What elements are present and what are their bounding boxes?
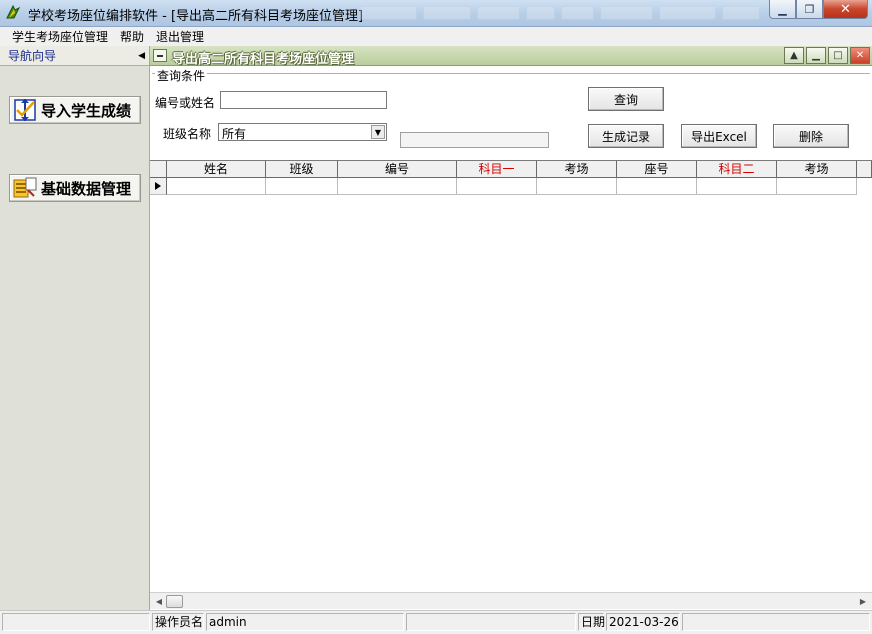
column-header[interactable]: 姓名 — [167, 161, 266, 178]
nav-header-label: 导航向导 — [8, 49, 57, 63]
grid-cell[interactable] — [167, 178, 266, 195]
table-row[interactable] — [150, 178, 857, 195]
scrollbar-thumb[interactable] — [166, 595, 183, 608]
progress-bar — [400, 132, 549, 148]
column-header[interactable]: 座号 — [617, 161, 697, 178]
restore-button[interactable]: ❐ — [796, 0, 823, 19]
menu-help[interactable]: 帮助 — [114, 28, 150, 45]
operator-label: 操作员名 — [152, 613, 204, 631]
search-label: 编号或姓名 — [155, 96, 216, 110]
grid-cell[interactable] — [777, 178, 857, 195]
child-title-bar: 导出高二所有科目考场座位管理 ▲ ▁ □ ✕ — [150, 46, 872, 67]
scroll-left-icon[interactable]: ◀ — [152, 595, 166, 608]
import-grades-icon — [14, 99, 36, 121]
menu-seat-management[interactable]: 学生考场座位管理 — [6, 28, 114, 45]
status-panel-spacer — [406, 613, 576, 631]
horizontal-scrollbar[interactable]: ◀ ▶ — [150, 592, 872, 609]
generate-records-button[interactable]: 生成记录 — [588, 124, 664, 148]
grid-header-row: 姓名 班级 编号 科目一 考场 座号 科目二 考场 — [150, 161, 872, 178]
child-scroll-up-button[interactable]: ▲ — [784, 47, 804, 64]
nav-header: 导航向导 ◀ — [0, 46, 149, 66]
column-header[interactable]: 考场 — [537, 161, 617, 178]
status-panel-blank — [2, 613, 150, 631]
child-minimize-button[interactable]: ▁ — [806, 47, 826, 64]
column-header[interactable]: 编号 — [338, 161, 457, 178]
menu-exit[interactable]: 退出管理 — [150, 28, 210, 45]
window-title-bar: 学校考场座位编排软件 - [导出高二所有科目考场座位管理] ▁ ❐ ✕ — [0, 0, 872, 27]
operator-value: admin — [206, 613, 404, 631]
navigation-panel: 导航向导 ◀ 导入学生成绩 基础数据管理 — [0, 46, 150, 610]
minimize-button[interactable]: ▁ — [769, 0, 796, 19]
delete-button[interactable]: 删除 — [773, 124, 849, 148]
menu-bar: 学生考场座位管理 帮助 退出管理 — [0, 27, 872, 46]
scroll-right-icon[interactable]: ▶ — [856, 595, 870, 608]
column-header-overflow — [857, 161, 872, 178]
export-excel-button[interactable]: 导出Excel — [681, 124, 757, 148]
close-icon: ✕ — [840, 1, 851, 17]
triangle-up-icon: ▲ — [790, 50, 798, 61]
column-header[interactable]: 科目一 — [457, 161, 537, 178]
maximize-icon: □ — [833, 50, 843, 61]
child-close-button[interactable]: ✕ — [850, 47, 870, 64]
minimize-icon: ▁ — [778, 2, 787, 16]
child-maximize-button[interactable]: □ — [828, 47, 848, 64]
grid-cell[interactable] — [537, 178, 617, 195]
child-window: 导出高二所有科目考场座位管理 ▲ ▁ □ ✕ 查询条件 编号或姓名 班级名称 所… — [150, 46, 872, 610]
database-management-icon — [13, 177, 37, 198]
date-value: 2021-03-26 — [606, 613, 680, 631]
class-select[interactable]: 所有 ▼ — [218, 123, 387, 141]
import-grades-button[interactable]: 导入学生成绩 — [9, 96, 141, 124]
basic-data-management-label: 基础数据管理 — [41, 179, 132, 198]
restore-icon: ❐ — [804, 2, 815, 16]
child-system-menu-icon[interactable] — [153, 49, 167, 62]
grid-cell[interactable] — [266, 178, 338, 195]
class-select-value: 所有 — [222, 127, 247, 141]
collapse-arrow-icon[interactable]: ◀ — [138, 51, 145, 61]
seat-data-grid[interactable]: 姓名 班级 编号 科目一 考场 座号 科目二 考场 — [150, 160, 872, 596]
child-window-title: 导出高二所有科目考场座位管理 — [172, 52, 355, 67]
background-taskbar-ghost — [360, 6, 760, 22]
grid-corner-cell — [150, 161, 167, 178]
grid-cell[interactable] — [617, 178, 697, 195]
grid-cell[interactable] — [457, 178, 537, 195]
class-name-label: 班级名称 — [163, 127, 212, 141]
date-label: 日期 — [578, 613, 605, 631]
row-indicator-icon[interactable] — [150, 178, 167, 195]
basic-data-management-button[interactable]: 基础数据管理 — [9, 174, 141, 202]
chevron-down-icon[interactable]: ▼ — [371, 125, 385, 139]
close-button[interactable]: ✕ — [823, 0, 868, 19]
window-title: 学校考场座位编排软件 - [导出高二所有科目考场座位管理] — [28, 9, 364, 24]
grid-cell[interactable] — [338, 178, 457, 195]
query-conditions-label: 查询条件 — [155, 67, 208, 84]
column-header[interactable]: 科目二 — [697, 161, 777, 178]
grid-cell[interactable] — [697, 178, 777, 195]
column-header[interactable]: 考场 — [777, 161, 857, 178]
column-header[interactable]: 班级 — [266, 161, 338, 178]
close-icon: ✕ — [855, 50, 865, 61]
query-button[interactable]: 查询 — [588, 87, 664, 111]
app-logo-icon — [6, 4, 21, 19]
minimize-icon: ▁ — [812, 50, 820, 61]
import-grades-label: 导入学生成绩 — [41, 101, 132, 120]
search-input[interactable] — [220, 91, 387, 109]
status-panel-end — [682, 613, 870, 631]
status-bar: 操作员名 admin 日期 2021-03-26 — [0, 610, 872, 634]
